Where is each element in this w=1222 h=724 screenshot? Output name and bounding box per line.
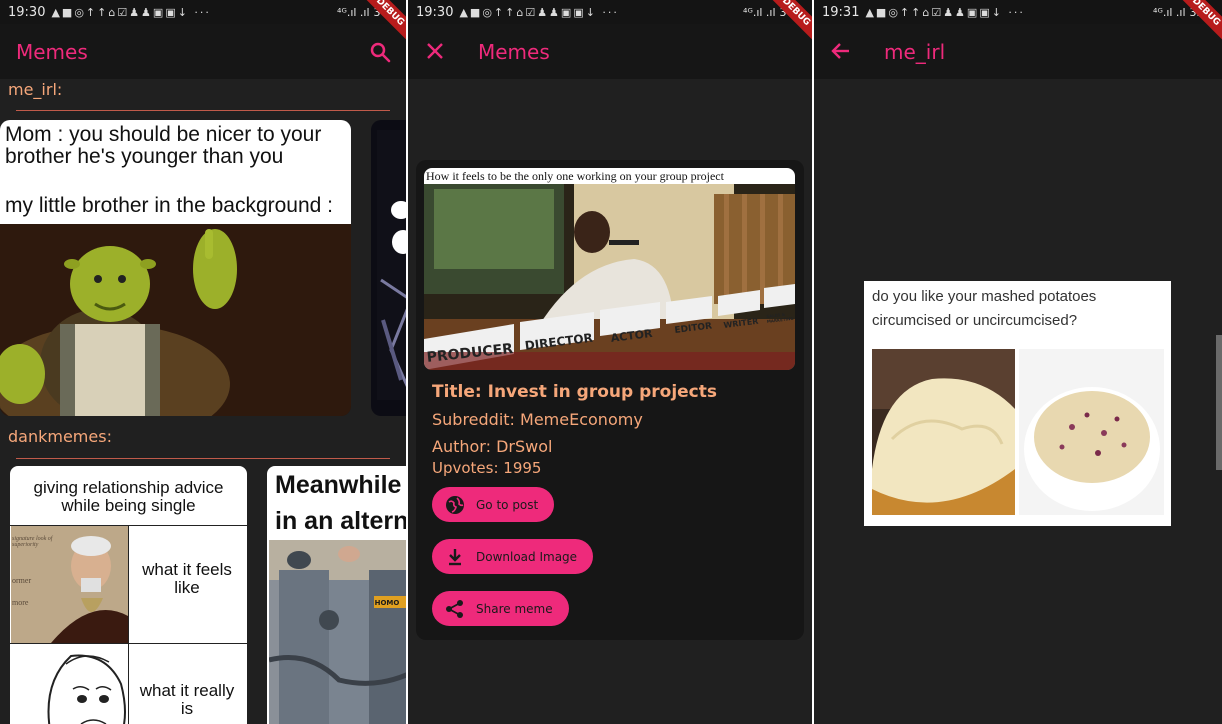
- section-label-me-irl: me_irl:: [8, 80, 63, 99]
- grid-line: [128, 525, 129, 724]
- meme-detail-card: How it feels to be the only one working …: [416, 160, 804, 640]
- meme-title: Title: Invest in group projects: [432, 382, 718, 402]
- share-meme-button[interactable]: Share meme: [432, 591, 569, 626]
- status-time: 19:31: [822, 4, 860, 20]
- next-page-peek: [1216, 335, 1222, 470]
- meme-card-shrek[interactable]: Mom : you should be nicer to your brothe…: [0, 120, 351, 416]
- meme-image-container: How it feels to be the only one working …: [424, 168, 795, 370]
- app-bar: Memes: [408, 24, 812, 79]
- meme-image-mashed-potatoes: [872, 349, 1164, 515]
- signal-icon: ⁴ᴳ.ıl .ıl: [1153, 5, 1186, 19]
- meme-card-advice[interactable]: giving relationship advice while being s…: [10, 466, 247, 724]
- meme-subreddit: Subreddit: MemeEconomy: [432, 410, 643, 429]
- notification-icons: ▲■◎↑↑⌂☑♟♟▣▣↓ ···: [51, 5, 211, 19]
- go-to-post-label: Go to post: [476, 497, 539, 512]
- meme-image-wojak: [11, 644, 128, 724]
- meme-caption-line2: my little brother in the background :: [5, 194, 334, 217]
- status-time: 19:30: [8, 4, 46, 20]
- share-meme-label: Share meme: [476, 601, 553, 616]
- section-divider: [16, 458, 390, 459]
- globe-icon: [444, 494, 466, 516]
- meme-cell-feels: what it feels like: [142, 560, 232, 597]
- notification-icons: ▲■◎↑↑⌂☑♟♟▣▣↓ ···: [459, 5, 619, 19]
- close-icon[interactable]: [424, 40, 446, 62]
- app-title: me_irl: [884, 39, 946, 64]
- book-line-2: ormer: [12, 576, 32, 585]
- status-bar: 19:30 ▲■◎↑↑⌂☑♟♟▣▣↓ ··· ⁴ᴳ.ıl .ıl 36%: [408, 0, 812, 24]
- book-line-3: more: [12, 598, 29, 607]
- download-image-button[interactable]: Download Image: [432, 539, 594, 574]
- section-label-dankmemes: dankmemes:: [8, 427, 112, 446]
- meme-upvotes: Upvotes: 1995: [432, 459, 542, 477]
- share-icon: [444, 598, 466, 620]
- back-arrow-icon[interactable]: [830, 40, 852, 62]
- meme-author: Author: DrSwol: [432, 437, 553, 456]
- meme3-line1: Meanwhile: [275, 471, 402, 499]
- meme-card-comic[interactable]: [371, 120, 406, 416]
- go-to-post-button[interactable]: Go to post: [432, 487, 555, 522]
- book-line-1: signature look of superiority: [12, 536, 53, 548]
- meme-image-riot-police: [269, 540, 406, 724]
- status-bar: 19:30 ▲■◎↑↑⌂☑♟♟▣▣↓ ··· ⁴ᴳ.ıl .ıl 36%: [0, 0, 406, 24]
- meme-top-text: giving relationship advice while being s…: [33, 478, 224, 515]
- section-divider: [16, 110, 390, 111]
- notification-icons: ▲■◎↑↑⌂☑♟♟▣▣↓ ···: [865, 5, 1025, 19]
- status-time: 19:30: [416, 4, 454, 20]
- status-bar: 19:31 ▲■◎↑↑⌂☑♟♟▣▣↓ ··· ⁴ᴳ.ıl .ıl 35%: [814, 0, 1222, 24]
- app-bar: Memes: [0, 24, 406, 79]
- meme-detail-screen: 19:30 ▲■◎↑↑⌂☑♟♟▣▣↓ ··· ⁴ᴳ.ıl .ıl 36% DEB…: [408, 0, 812, 724]
- meme3-line2: in an altern: [275, 507, 406, 535]
- app-title: Memes: [16, 39, 88, 64]
- meme-image-shrek: [0, 224, 351, 416]
- meme-image-caption: How it feels to be the only one working …: [426, 169, 724, 183]
- meme-image-comic: [377, 130, 406, 400]
- signal-icon: ⁴ᴳ.ıl .ıl: [337, 5, 370, 19]
- meme-viewer-image[interactable]: do you like your mashed potatoes circumc…: [864, 281, 1171, 526]
- meme-caption: Mom : you should be nicer to your brothe…: [0, 120, 351, 224]
- download-image-label: Download Image: [476, 549, 578, 564]
- subreddit-viewer-screen: 19:31 ▲■◎↑↑⌂☑♟♟▣▣↓ ··· ⁴ᴳ.ıl .ıl 35% DEB…: [814, 0, 1222, 724]
- meme-cell-really: what it really is: [139, 681, 235, 718]
- app-title: Memes: [478, 39, 550, 64]
- meme-caption-line1: Mom : you should be nicer to your brothe…: [5, 123, 322, 168]
- meme-viewer-text: do you like your mashed potatoes circumc…: [872, 288, 1097, 329]
- meme-card-meanwhile[interactable]: Meanwhile in an altern HOMO: [267, 466, 406, 724]
- search-icon[interactable]: [368, 40, 392, 64]
- memes-feed-screen: 19:30 ▲■◎↑↑⌂☑♟♟▣▣↓ ··· ⁴ᴳ.ıl .ıl 36% DEB…: [0, 0, 406, 724]
- signal-icon: ⁴ᴳ.ıl .ıl: [743, 5, 776, 19]
- meme-image-group-project: [424, 184, 795, 370]
- riot-sign: HOMO: [374, 599, 400, 607]
- app-bar: me_irl: [814, 24, 1222, 79]
- download-icon: [444, 546, 466, 568]
